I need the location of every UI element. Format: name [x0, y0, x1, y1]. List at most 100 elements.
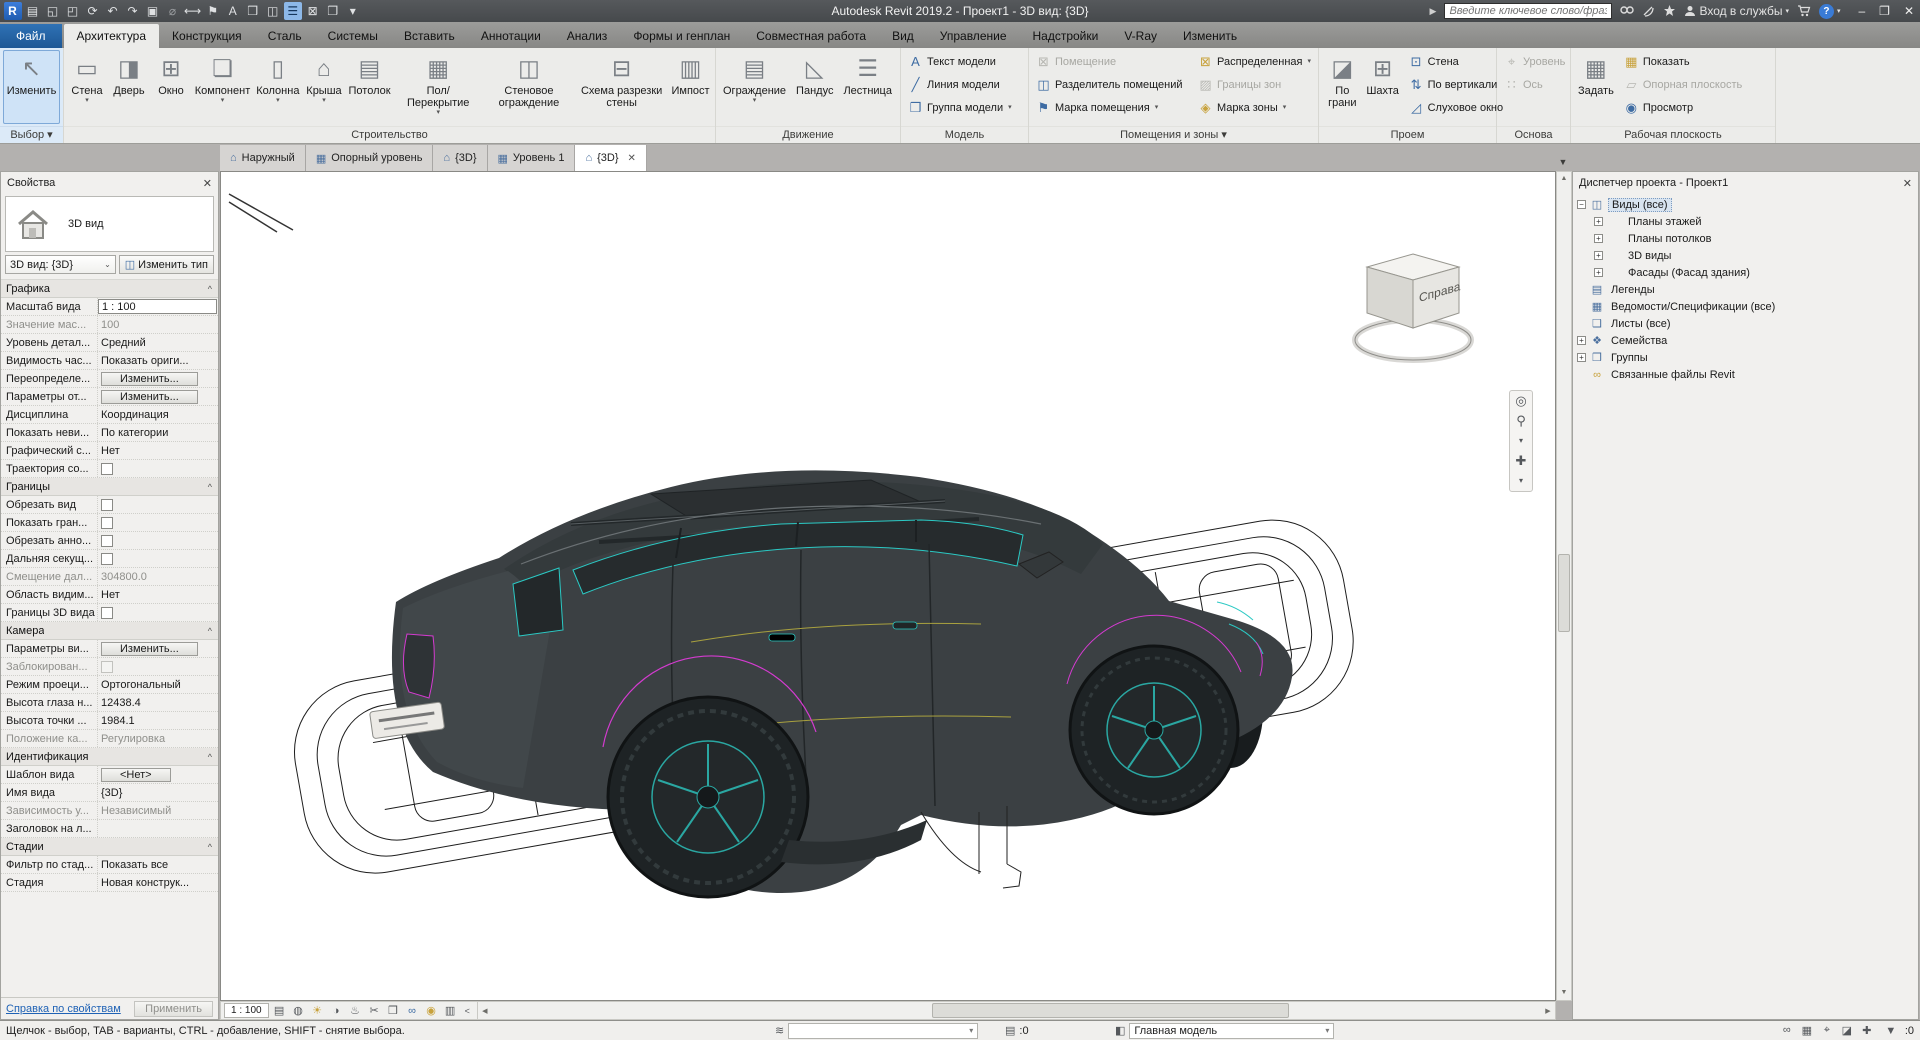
- wall-button[interactable]: ▭ Стена ▾: [67, 50, 107, 124]
- instance-selector[interactable]: 3D вид: {3D} ⌄: [5, 255, 116, 274]
- tab-structure[interactable]: Конструкция: [159, 24, 255, 48]
- opening-by-face-button[interactable]: ◪ По грани▾: [1322, 50, 1363, 124]
- scroll-down-icon[interactable]: ▼: [1561, 986, 1568, 1000]
- grid-button[interactable]: ∷ Ось▾: [1500, 74, 1569, 95]
- tree-item-groups[interactable]: + ❒ Группы: [1577, 349, 1918, 366]
- property-value[interactable]: Изменить...: [98, 640, 218, 657]
- pan-icon[interactable]: ✚: [1516, 454, 1527, 468]
- workset-select[interactable]: ▾: [788, 1022, 979, 1039]
- column-button[interactable]: ▯ Колонна ▾: [254, 50, 302, 124]
- level-button[interactable]: ⌖ Уровень▾: [1500, 51, 1569, 72]
- tree-item-revit-links[interactable]: ∞ Связанные файлы Revit: [1577, 366, 1918, 383]
- area-tag-button[interactable]: ◈ Марка зоны ▾: [1194, 97, 1315, 118]
- set-workplane-button[interactable]: ▦ Задать▾: [1574, 50, 1618, 124]
- edit-type-button[interactable]: ◫ Изменить тип: [118, 255, 214, 274]
- tree-expander-icon[interactable]: +: [1577, 336, 1586, 345]
- property-value[interactable]: [98, 532, 218, 549]
- curtain-grid-button[interactable]: ⊟ Схема разрезки стены▾: [576, 50, 667, 124]
- property-value[interactable]: Новая конструк...: [98, 874, 218, 891]
- view-scale-button[interactable]: 1 : 100: [224, 1003, 269, 1018]
- print-icon[interactable]: ▣: [144, 2, 162, 20]
- tree-item-schedules[interactable]: ▦ Ведомости/Спецификации (все): [1577, 298, 1918, 315]
- property-value[interactable]: 1984.1: [98, 712, 218, 729]
- tree-expander-icon[interactable]: +: [1594, 217, 1603, 226]
- help-icon[interactable]: ? ▾: [1818, 3, 1840, 19]
- property-value[interactable]: Показать все: [98, 856, 218, 873]
- tree-expander-icon[interactable]: +: [1594, 268, 1603, 277]
- property-value[interactable]: {3D}: [98, 784, 218, 801]
- tab-annotate[interactable]: Аннотации: [468, 24, 554, 48]
- save-icon[interactable]: ◰: [64, 2, 82, 20]
- measure-icon[interactable]: ⌀: [164, 2, 182, 20]
- favorites-star-icon[interactable]: [1663, 5, 1676, 17]
- vertical-scroll-thumb[interactable]: [1558, 554, 1570, 632]
- tab-file[interactable]: Файл: [0, 24, 62, 48]
- dormer-opening-button[interactable]: ◿ Слуховое окно▾: [1405, 97, 1508, 118]
- shadows-icon[interactable]: ◑: [327, 1003, 346, 1019]
- tab-addins[interactable]: Надстройки: [1020, 24, 1112, 48]
- section-icon[interactable]: ◫: [264, 2, 282, 20]
- communication-center-icon[interactable]: [1642, 5, 1655, 17]
- navigation-wheel-icon[interactable]: ◎: [1515, 394, 1526, 408]
- panel-datum-title[interactable]: Основа: [1497, 126, 1570, 143]
- ref-plane-button[interactable]: ▱ Опорная плоскость▾: [1620, 74, 1746, 95]
- zoom-icon[interactable]: ⚲: [1516, 414, 1526, 428]
- worksets-icon[interactable]: ≋: [775, 1024, 784, 1037]
- project-properties-icon[interactable]: ▤: [24, 2, 42, 20]
- property-value[interactable]: По категории: [98, 424, 218, 441]
- filter-icon[interactable]: ▼: [1881, 1025, 1901, 1037]
- property-value[interactable]: Нет: [98, 442, 218, 459]
- type-selector[interactable]: 3D вид: [5, 196, 214, 252]
- property-value[interactable]: Изменить...: [98, 370, 218, 387]
- select-underlay-icon[interactable]: ▦: [1797, 1024, 1817, 1037]
- view-tab-3d-1[interactable]: ⌂ {3D}: [433, 145, 488, 171]
- viewer-button[interactable]: ◉ Просмотр▾: [1620, 97, 1746, 118]
- scroll-left-icon[interactable]: ◀: [478, 1007, 492, 1015]
- area-boundary-button[interactable]: ▨ Границы зон▾: [1194, 74, 1315, 95]
- temporary-hide-isolate-icon[interactable]: ∞: [403, 1003, 422, 1019]
- tree-item-ceiling-plans[interactable]: + Планы потолков: [1577, 230, 1918, 247]
- select-by-face-icon[interactable]: ◪: [1837, 1024, 1857, 1037]
- property-value[interactable]: [98, 496, 218, 513]
- default-3d-view-icon[interactable]: ❒: [244, 2, 262, 20]
- property-value[interactable]: Координация: [98, 406, 218, 423]
- area-button[interactable]: ⊠ Распределенная ▾: [1194, 51, 1315, 72]
- property-value[interactable]: [98, 460, 218, 477]
- view-tab-exterior[interactable]: ⌂ Наружный: [220, 145, 306, 171]
- design-options-icon[interactable]: ◧: [1115, 1024, 1125, 1037]
- view-tab-close-icon[interactable]: ✕: [628, 153, 636, 164]
- room-separator-button[interactable]: ◫ Разделитель помещений▾: [1032, 74, 1192, 95]
- app-store-cart-icon[interactable]: [1797, 5, 1811, 17]
- tree-expander-icon[interactable]: +: [1594, 251, 1603, 260]
- roof-button[interactable]: ⌂ Крыша ▾: [304, 50, 345, 124]
- thin-lines-icon[interactable]: ☰: [284, 2, 303, 20]
- horizontal-scrollbar[interactable]: ◀ ▶: [476, 1002, 1555, 1019]
- property-value[interactable]: [98, 820, 218, 837]
- tab-manage[interactable]: Управление: [927, 24, 1020, 48]
- panel-rooms-title[interactable]: Помещения и зоны ▾: [1029, 126, 1318, 143]
- property-value[interactable]: Ортогональный: [98, 676, 218, 693]
- vertical-scrollbar[interactable]: ▲ ▼: [1556, 171, 1572, 1001]
- property-value[interactable]: [98, 604, 218, 621]
- property-value[interactable]: Нет: [98, 586, 218, 603]
- redo-icon[interactable]: ↷: [124, 2, 142, 20]
- tab-modify[interactable]: Изменить: [1170, 24, 1250, 48]
- tree-item-sheets[interactable]: ❑ Листы (все): [1577, 315, 1918, 332]
- view-control-collapse-icon[interactable]: <: [461, 1006, 474, 1016]
- visual-style-icon[interactable]: ◍: [289, 1003, 308, 1019]
- property-value[interactable]: Регулировка: [98, 730, 218, 747]
- minimize-button[interactable]: –: [1858, 4, 1865, 18]
- property-value[interactable]: [98, 658, 218, 675]
- property-value[interactable]: <Нет>: [98, 766, 218, 783]
- qat-customize-icon[interactable]: ▾: [344, 2, 362, 20]
- aligned-dimension-icon[interactable]: ⟷: [184, 2, 202, 20]
- property-value[interactable]: [98, 550, 218, 567]
- text-icon[interactable]: A: [224, 2, 242, 20]
- view-tab-ref-level[interactable]: ▦ Опорный уровень: [305, 145, 434, 171]
- tab-massing-site[interactable]: Формы и генплан: [620, 24, 743, 48]
- close-hidden-windows-icon[interactable]: ⊠: [304, 2, 322, 20]
- project-browser-close-icon[interactable]: ✕: [1903, 177, 1912, 190]
- properties-help-link[interactable]: Справка по свойствам: [6, 1003, 121, 1015]
- sync-with-central-icon[interactable]: ⟳: [84, 2, 102, 20]
- property-value[interactable]: Независимый: [98, 802, 218, 819]
